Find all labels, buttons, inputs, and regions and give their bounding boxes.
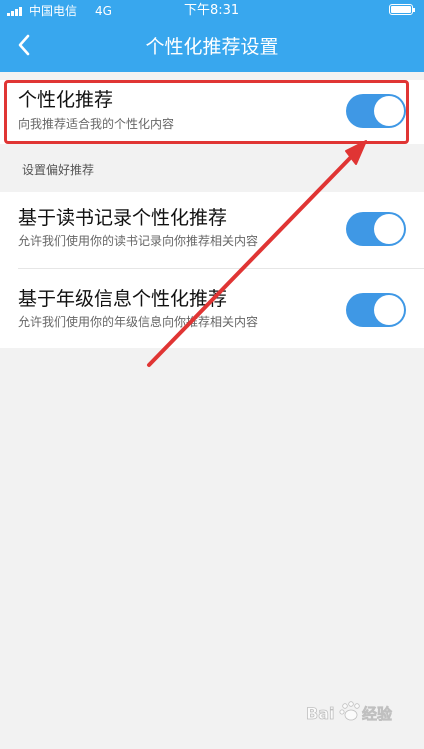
svg-text:经验: 经验 bbox=[362, 705, 393, 723]
annotation-arrow bbox=[147, 140, 367, 367]
watermark-logo: Bai 经验 bbox=[306, 698, 406, 728]
svg-text:Bai: Bai bbox=[306, 704, 334, 723]
paw-icon bbox=[339, 701, 360, 721]
